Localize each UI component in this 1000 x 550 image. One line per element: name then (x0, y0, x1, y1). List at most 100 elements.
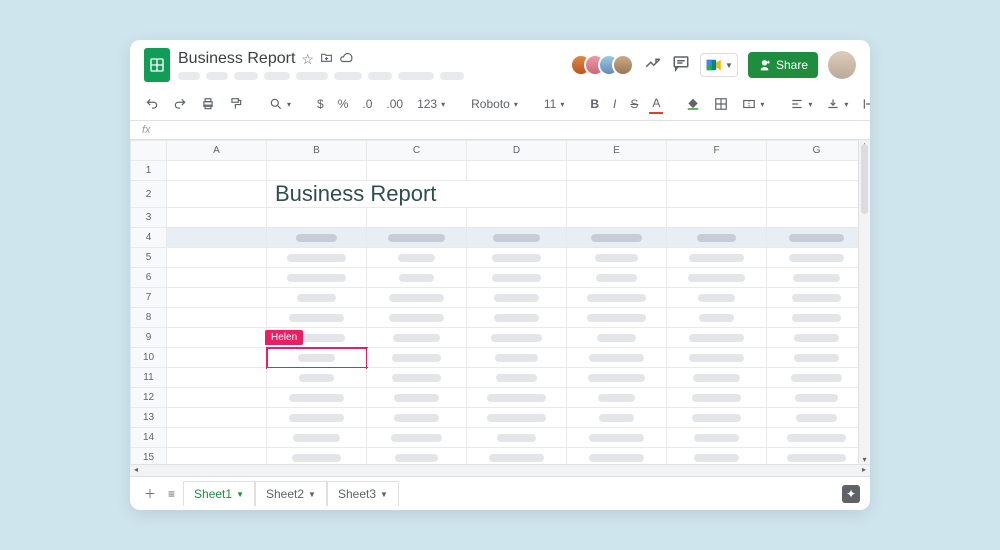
cell[interactable] (567, 228, 667, 248)
undo-icon[interactable] (142, 95, 162, 113)
cell[interactable] (767, 348, 867, 368)
sheets-logo[interactable] (144, 48, 170, 82)
italic-button[interactable]: I (610, 95, 619, 113)
cell[interactable] (567, 408, 667, 428)
cell[interactable] (667, 268, 767, 288)
cell[interactable] (467, 208, 567, 228)
cell[interactable] (467, 228, 567, 248)
cell[interactable] (267, 268, 367, 288)
column-header[interactable]: G (767, 141, 867, 161)
cell[interactable]: Helen (267, 348, 367, 368)
chevron-down-icon[interactable]: ▼ (236, 490, 244, 499)
cell[interactable] (467, 328, 567, 348)
cell[interactable] (267, 308, 367, 328)
row-header[interactable]: 5 (131, 248, 167, 268)
column-header[interactable]: D (467, 141, 567, 161)
cell[interactable] (467, 448, 567, 465)
row-header[interactable]: 8 (131, 308, 167, 328)
cell[interactable] (167, 308, 267, 328)
merge-cells-icon[interactable] (739, 95, 767, 113)
spreadsheet-grid[interactable]: ABCDEFGH12Business Report345678910Helen1… (130, 140, 870, 464)
avatar[interactable] (612, 54, 634, 76)
fill-color-icon[interactable] (683, 95, 703, 113)
row-header[interactable]: 12 (131, 388, 167, 408)
cell[interactable] (567, 248, 667, 268)
cell[interactable] (167, 288, 267, 308)
cell[interactable] (167, 448, 267, 465)
v-align-icon[interactable] (823, 95, 851, 113)
cell[interactable] (467, 161, 567, 181)
cell[interactable] (667, 368, 767, 388)
cell[interactable] (467, 388, 567, 408)
horizontal-scrollbar[interactable]: ◂ ▸ (130, 464, 870, 476)
cell[interactable] (367, 448, 467, 465)
cell[interactable] (267, 448, 367, 465)
cell[interactable] (167, 208, 267, 228)
cell[interactable] (367, 348, 467, 368)
cell[interactable] (467, 368, 567, 388)
share-button[interactable]: Share (748, 52, 818, 78)
cell[interactable] (367, 328, 467, 348)
cell[interactable] (167, 348, 267, 368)
cell[interactable] (767, 288, 867, 308)
cell[interactable] (767, 248, 867, 268)
paint-format-icon[interactable] (226, 95, 246, 113)
select-all-corner[interactable] (131, 141, 167, 161)
row-header[interactable]: 7 (131, 288, 167, 308)
column-header[interactable]: F (667, 141, 767, 161)
cell[interactable] (367, 368, 467, 388)
sheet-tab[interactable]: Sheet1▼ (183, 481, 255, 506)
cell[interactable] (667, 408, 767, 428)
cell[interactable] (167, 161, 267, 181)
cell[interactable] (367, 408, 467, 428)
row-header[interactable]: 11 (131, 368, 167, 388)
print-icon[interactable] (198, 95, 218, 113)
cell[interactable] (767, 388, 867, 408)
cell[interactable] (167, 248, 267, 268)
cell[interactable] (667, 228, 767, 248)
column-header[interactable]: B (267, 141, 367, 161)
column-header[interactable]: E (567, 141, 667, 161)
cell[interactable] (167, 181, 267, 208)
row-header[interactable]: 13 (131, 408, 167, 428)
cell[interactable] (367, 208, 467, 228)
cell[interactable] (467, 308, 567, 328)
increase-decimal-icon[interactable]: .00 (383, 95, 406, 113)
cell[interactable] (367, 161, 467, 181)
cell[interactable] (667, 181, 767, 208)
sheet-tab[interactable]: Sheet2▼ (255, 481, 327, 506)
column-header[interactable]: C (367, 141, 467, 161)
cell[interactable] (367, 428, 467, 448)
scroll-thumb[interactable] (861, 144, 868, 214)
cell[interactable] (667, 348, 767, 368)
cell[interactable] (167, 268, 267, 288)
cell[interactable] (367, 288, 467, 308)
formula-bar[interactable]: fx (130, 121, 870, 140)
vertical-scrollbar[interactable]: ▴ ▾ (858, 140, 870, 464)
chevron-down-icon[interactable]: ▼ (308, 490, 316, 499)
cell[interactable] (567, 288, 667, 308)
row-header[interactable]: 1 (131, 161, 167, 181)
cell[interactable] (467, 428, 567, 448)
cell[interactable] (767, 161, 867, 181)
row-header[interactable]: 15 (131, 448, 167, 465)
row-header[interactable]: 14 (131, 428, 167, 448)
star-icon[interactable]: ☆ (301, 51, 314, 68)
cell[interactable] (767, 181, 867, 208)
cell[interactable] (467, 348, 567, 368)
cell[interactable] (667, 288, 767, 308)
move-icon[interactable] (320, 51, 333, 67)
cell[interactable] (467, 288, 567, 308)
column-header[interactable]: A (167, 141, 267, 161)
cell[interactable] (667, 308, 767, 328)
collaborator-avatars[interactable] (578, 54, 634, 76)
cell[interactable] (567, 181, 667, 208)
cell[interactable] (567, 208, 667, 228)
cell[interactable] (267, 408, 367, 428)
row-header[interactable]: 2 (131, 181, 167, 208)
history-icon[interactable] (644, 54, 662, 77)
cell[interactable] (567, 348, 667, 368)
decrease-decimal-icon[interactable]: .0 (359, 95, 375, 113)
zoom-dropdown[interactable] (266, 95, 294, 113)
cell[interactable] (567, 388, 667, 408)
